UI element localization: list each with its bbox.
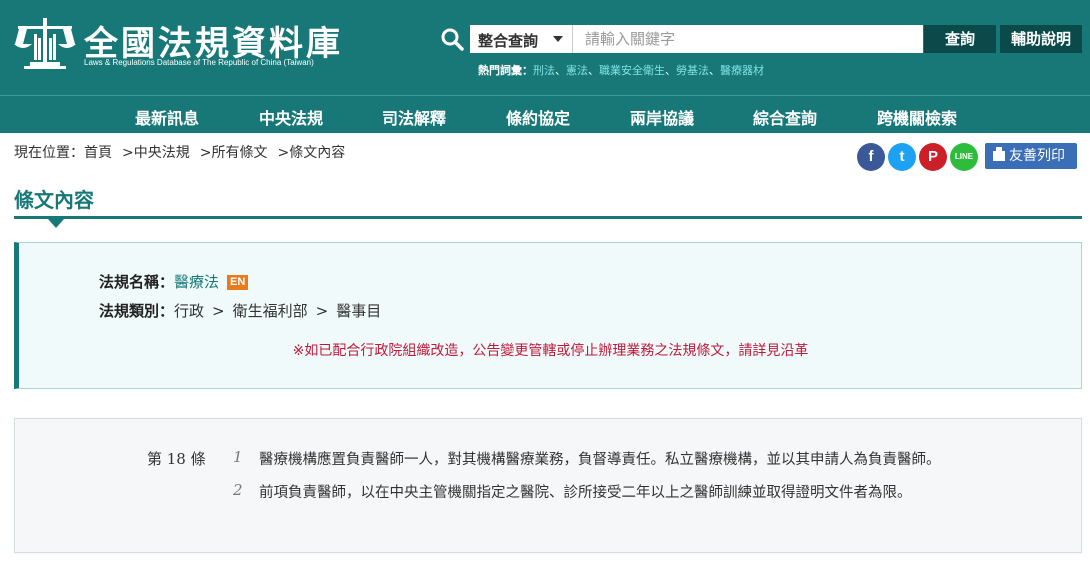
- main-nav: 最新訊息 中央法規 司法解釋 條約協定 兩岸協議 綜合查詢 跨機關檢索: [0, 95, 1090, 133]
- site-subtitle: Laws & Regulations Database of The Repub…: [84, 58, 314, 67]
- paragraph-text: 前項負責醫師，以在中央主管機關指定之醫院、診所接受二年以上之醫師訓練並取得證明文…: [259, 485, 912, 501]
- printer-icon: [993, 147, 1005, 161]
- law-name-label: 法規名稱：: [99, 273, 175, 291]
- hot-term-link[interactable]: 醫療器材: [720, 64, 764, 77]
- site-header: 全國法規資料庫 Laws & Regulations Database of T…: [0, 0, 1090, 95]
- hot-term-sep: 、: [665, 64, 676, 77]
- category-item: 醫事目: [336, 302, 382, 320]
- category-item: 衛生福利部: [232, 302, 308, 320]
- hot-term-sep: 、: [588, 64, 599, 77]
- hot-term-sep: 、: [709, 64, 720, 77]
- site-logo[interactable]: 全國法規資料庫 Laws & Regulations Database of T…: [14, 14, 354, 74]
- breadcrumb-prefix: 現在位置：: [14, 145, 84, 161]
- nav-item-news[interactable]: 最新訊息: [135, 105, 199, 129]
- law-info-panel: 法規名稱：醫療法 EN 法規類別：行政 > 衛生福利部 > 醫事目 ※如已配合行政院組織改…: [14, 242, 1082, 389]
- category-sep: >: [212, 302, 225, 320]
- breadcrumb-sep: >: [122, 145, 134, 161]
- hot-term-link[interactable]: 刑法: [533, 64, 555, 77]
- breadcrumb-current: 條文內容: [289, 145, 346, 161]
- nav-item-cross-strait[interactable]: 兩岸協議: [630, 105, 694, 129]
- nav-item-cross-agency[interactable]: 跨機關檢索: [877, 105, 957, 129]
- query-button[interactable]: 查詢: [924, 25, 996, 53]
- breadcrumb-sep: >: [199, 145, 212, 161]
- nav-item-treaties[interactable]: 條約協定: [506, 105, 570, 129]
- nav-item-judicial-interpretation[interactable]: 司法解釋: [382, 105, 446, 129]
- hot-term-sep: 、: [555, 64, 566, 77]
- breadcrumb: 現在位置：首頁 >中央法規 >所有條文 >條文內容: [14, 142, 345, 162]
- print-button[interactable]: 友善列印: [985, 143, 1077, 169]
- law-category-row: 法規類別：行政 > 衛生福利部 > 醫事目: [99, 300, 381, 321]
- line-share-icon[interactable]: LINE: [950, 143, 978, 171]
- breadcrumb-central-laws[interactable]: 中央法規: [134, 145, 190, 161]
- facebook-share-icon[interactable]: f: [857, 143, 885, 171]
- law-category-label: 法規類別：: [99, 302, 175, 320]
- hot-terms: 熱門詞彙：刑法、憲法、職業安全衛生、勞基法、醫療器材: [478, 62, 764, 78]
- paragraph-number: 1: [233, 448, 243, 466]
- breadcrumb-home[interactable]: 首頁: [84, 145, 112, 161]
- search-input[interactable]: [573, 25, 923, 53]
- breadcrumb-sep: >: [277, 145, 290, 161]
- search-type-select[interactable]: 整合查詢: [470, 25, 573, 53]
- english-version-badge[interactable]: EN: [227, 275, 249, 290]
- hot-term-link[interactable]: 勞基法: [676, 64, 709, 77]
- hot-terms-label: 熱門詞彙：: [478, 64, 533, 77]
- twitter-share-icon[interactable]: t: [888, 143, 916, 171]
- search-icon[interactable]: [440, 27, 464, 51]
- category-sep: >: [315, 302, 329, 320]
- chevron-down-icon: [553, 36, 563, 42]
- law-name-row: 法規名稱：醫療法 EN: [99, 271, 249, 292]
- nav-item-integrated-query[interactable]: 綜合查詢: [753, 105, 817, 129]
- pinterest-share-icon[interactable]: P: [919, 143, 947, 171]
- help-button[interactable]: 輔助說明: [1000, 25, 1082, 53]
- paragraph-text: 醫療機構應置負責醫師一人，對其機構醫療業務，負督導責任。私立醫療機構，並以其申請…: [259, 452, 941, 468]
- law-name-link[interactable]: 醫療法: [174, 273, 219, 291]
- nav-item-central-laws[interactable]: 中央法規: [259, 105, 323, 129]
- hot-term-link[interactable]: 職業安全衛生: [599, 64, 665, 77]
- print-label: 友善列印: [1009, 148, 1065, 164]
- breadcrumb-all-articles[interactable]: 所有條文: [211, 145, 267, 161]
- category-item: 行政: [174, 302, 205, 320]
- article-panel: 第 18 條 1 醫療機構應置負責醫師一人，對其機構醫療業務，負督導責任。私立醫…: [14, 418, 1082, 553]
- scales-of-justice-icon: [14, 18, 76, 69]
- page-title: 條文內容: [14, 188, 94, 212]
- reorganization-notice[interactable]: ※如已配合行政院組織改造，公告變更管轄或停止辦理業務之法規條文，請詳見沿革: [19, 340, 1082, 360]
- title-divider-arrow: [48, 219, 64, 228]
- hot-term-link[interactable]: 憲法: [566, 64, 588, 77]
- title-divider: [14, 216, 1082, 219]
- article-number: 第 18 條: [147, 450, 206, 468]
- paragraph-number: 2: [233, 481, 243, 499]
- search-type-value: 整合查詢: [478, 32, 539, 50]
